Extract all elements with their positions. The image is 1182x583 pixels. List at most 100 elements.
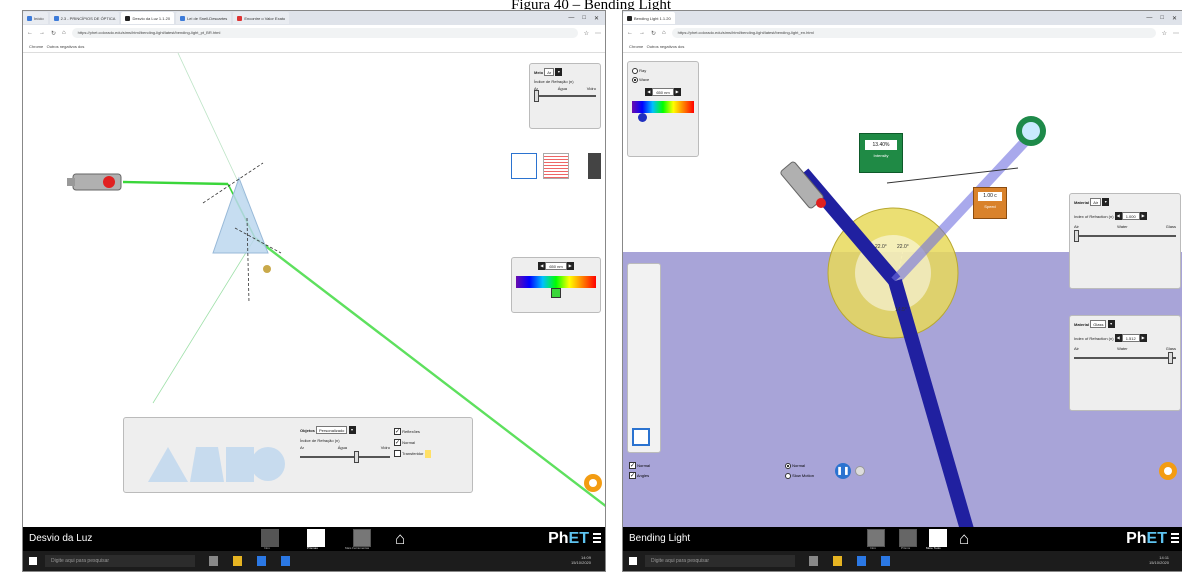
circle-prism-shape[interactable] — [251, 447, 285, 481]
spread-view-button[interactable] — [575, 153, 601, 179]
browser-tab-active[interactable]: Bending Light 1.1.20 — [623, 12, 675, 24]
ray-radio[interactable] — [632, 67, 638, 74]
index-decrease-icon[interactable]: ◀ — [1114, 334, 1122, 342]
browser-taskbar-icon[interactable] — [257, 556, 266, 566]
medium-select[interactable]: Ar — [544, 68, 555, 76]
browser-tab-active[interactable]: Desvio da Luz 1.1.20 — [121, 12, 175, 24]
phet-logo[interactable]: PhET — [1126, 530, 1167, 548]
url-input[interactable]: https://phet.colorado.edu/sims/html/bend… — [71, 28, 578, 38]
forward-icon[interactable]: → — [39, 30, 45, 36]
url-input[interactable]: https://phet.colorado.edu/sims/html/bend… — [671, 28, 1156, 38]
index-increase-icon[interactable]: ▶ — [1139, 212, 1147, 220]
normal-checkbox[interactable]: ✓ — [394, 439, 401, 447]
task-view-icon[interactable] — [209, 556, 218, 566]
bottom-index-slider-thumb[interactable] — [1167, 352, 1173, 364]
close-icon[interactable]: ✕ — [1172, 15, 1177, 22]
file-explorer-icon[interactable] — [833, 556, 842, 566]
home-screen-icon[interactable]: ⌂ — [959, 529, 969, 549]
favorite-item[interactable]: Outros negativos dos — [47, 44, 85, 49]
angles-checkbox[interactable]: ✓ — [629, 472, 636, 480]
chevron-down-icon[interactable]: ▾ — [1102, 198, 1110, 206]
phet-logo[interactable]: PhET — [548, 530, 589, 548]
more-icon[interactable]: ⋯ — [1173, 30, 1179, 37]
protractor-tool-icon[interactable] — [632, 428, 650, 446]
back-icon[interactable]: ← — [27, 30, 33, 36]
task-view-icon[interactable] — [809, 556, 818, 566]
favorite-item[interactable]: Chrome — [629, 44, 643, 49]
minimize-icon[interactable]: — — [568, 15, 574, 22]
more-tools-screen-button[interactable] — [929, 529, 947, 547]
star-icon[interactable]: ☆ — [1162, 30, 1167, 37]
chevron-down-icon[interactable]: ▾ — [348, 426, 356, 434]
index-slider-thumb[interactable] — [534, 90, 539, 102]
maximize-icon[interactable]: □ — [582, 15, 586, 22]
system-clock[interactable]: 14:09 15/10/2020 — [571, 555, 591, 565]
step-icon[interactable] — [855, 466, 865, 476]
wave-radio[interactable] — [632, 76, 638, 83]
normal-speed-radio[interactable] — [785, 462, 791, 469]
speed-meter[interactable]: 1.00 c Speed — [973, 187, 1007, 219]
taskbar-search-input[interactable]: Digite aqui para pesquisar — [645, 555, 795, 567]
reload-icon[interactable]: ↻ — [51, 30, 56, 37]
reflections-checkbox[interactable]: ✓ — [394, 428, 401, 436]
back-icon[interactable]: ← — [627, 30, 633, 36]
system-clock[interactable]: 14:11 15/10/2020 — [1149, 555, 1169, 565]
bottom-material-select[interactable]: Glass — [1090, 320, 1107, 328]
hamburger-menu-icon[interactable] — [1171, 531, 1179, 543]
wavelength-slider-thumb[interactable] — [551, 288, 561, 298]
browser-tab[interactable]: 2.3 - PRINCÍPIOS DE ÓPTICA — [49, 12, 120, 24]
forward-icon[interactable]: → — [639, 30, 645, 36]
slow-motion-radio[interactable] — [785, 472, 791, 479]
windows-start-icon[interactable] — [629, 557, 637, 565]
wavelength-slider-thumb[interactable] — [638, 113, 647, 122]
intro-screen-button[interactable] — [261, 529, 279, 547]
bottom-index-slider-track[interactable] — [1074, 352, 1176, 364]
browser-taskbar-icon[interactable] — [857, 556, 866, 566]
chevron-down-icon[interactable]: ▾ — [555, 68, 563, 76]
browser-tab[interactable]: Início — [23, 12, 48, 24]
home-icon[interactable]: ⌂ — [62, 30, 66, 36]
top-index-slider-track[interactable] — [1074, 230, 1176, 242]
intro-screen-button[interactable] — [867, 529, 885, 547]
triangle-prism-shape[interactable] — [148, 447, 188, 482]
wavelength-spectrum-slider[interactable] — [632, 101, 694, 113]
prism-triangle[interactable] — [212, 176, 269, 254]
wave-view-button[interactable] — [543, 153, 569, 179]
normal-checkbox[interactable]: ✓ — [629, 462, 636, 470]
windows-start-icon[interactable] — [29, 557, 37, 565]
laser-pointer-icon[interactable] — [67, 173, 122, 191]
file-explorer-icon[interactable] — [233, 556, 242, 566]
square-prism-shape[interactable] — [226, 447, 254, 482]
home-icon[interactable]: ⌂ — [662, 30, 666, 36]
favorite-item[interactable]: Chrome — [29, 44, 43, 49]
pause-icon[interactable]: ❚❚ — [835, 463, 851, 479]
index-decrease-icon[interactable]: ◀ — [1114, 212, 1122, 220]
index-increase-icon[interactable]: ▶ — [1139, 334, 1147, 342]
intensity-meter[interactable]: 13.40% Intensity — [859, 133, 903, 173]
star-icon[interactable]: ☆ — [584, 30, 589, 37]
home-screen-icon[interactable]: ⌂ — [395, 529, 405, 549]
more-tools-screen-button[interactable] — [353, 529, 371, 547]
index-slider-track[interactable] — [534, 90, 596, 102]
close-icon[interactable]: ✕ — [594, 15, 599, 22]
browser-tab[interactable]: Encontre o Valor Exato — [233, 12, 290, 24]
more-icon[interactable]: ⋯ — [595, 30, 601, 37]
reload-icon[interactable]: ↻ — [651, 30, 656, 37]
prisms-screen-button[interactable] — [899, 529, 917, 547]
top-index-slider-thumb[interactable] — [1074, 230, 1079, 242]
maximize-icon[interactable]: □ — [1160, 15, 1164, 22]
wavelength-spectrum-slider[interactable] — [516, 276, 596, 288]
favorite-item[interactable]: Outros negativos dos — [647, 44, 685, 49]
protractor-checkbox[interactable] — [394, 450, 401, 458]
object-index-slider-track[interactable] — [300, 451, 390, 463]
wavelength-decrease-icon[interactable]: ◀ — [645, 88, 653, 96]
wavelength-decrease-icon[interactable]: ◀ — [538, 262, 546, 270]
object-index-slider-thumb[interactable] — [354, 451, 359, 463]
top-material-select[interactable]: Air — [1090, 198, 1102, 206]
trapezoid-prism-shape[interactable] — [190, 447, 224, 482]
taskbar-search-input[interactable]: Digite aqui para pesquisar — [45, 555, 195, 567]
wavelength-increase-icon[interactable]: ▶ — [566, 262, 574, 270]
browser-tab[interactable]: Lei de Snell-Descartes — [176, 12, 232, 24]
chevron-down-icon[interactable]: ▾ — [1107, 320, 1115, 328]
minimize-icon[interactable]: — — [1146, 15, 1152, 22]
